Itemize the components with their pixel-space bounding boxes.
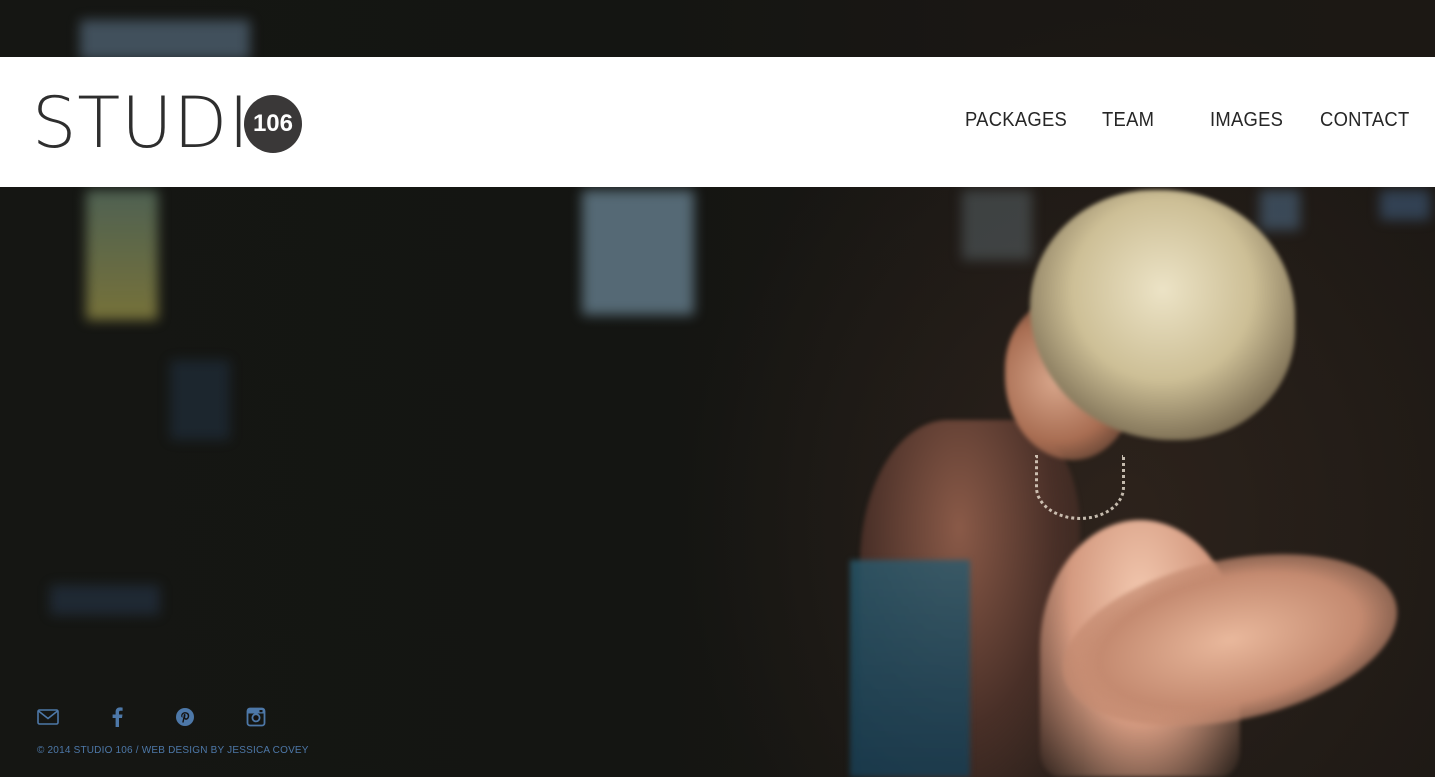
background-window-light: [86, 190, 158, 320]
instagram-icon[interactable]: [244, 705, 268, 729]
background-window-light: [582, 190, 694, 315]
nav-item-packages[interactable]: PACKAGES: [965, 109, 1067, 132]
copyright-text: © 2014 STUDIO 106 / WEB DESIGN BY JESSIC…: [37, 745, 309, 756]
background-window-light: [1260, 190, 1300, 230]
site-header: STUDI 106 PACKAGES TEAM IMAGES CONTACT: [0, 57, 1435, 187]
pinterest-icon[interactable]: [173, 705, 197, 729]
background-window-light: [80, 20, 250, 60]
background-window-light: [170, 360, 230, 440]
facebook-icon[interactable]: [105, 705, 129, 729]
background-window-light: [962, 190, 1032, 260]
logo-wordmark: STUDI: [32, 82, 250, 164]
background-window-light: [1380, 190, 1430, 220]
site-logo[interactable]: STUDI 106: [32, 82, 302, 164]
background-window-light: [50, 585, 160, 615]
nav-item-contact[interactable]: CONTACT: [1320, 109, 1409, 132]
figure-necklace: [1035, 455, 1125, 520]
logo-badge: 106: [243, 95, 302, 153]
nav-item-images[interactable]: IMAGES: [1210, 109, 1283, 132]
nav-item-team[interactable]: TEAM: [1102, 109, 1154, 132]
figure-dress: [850, 560, 970, 777]
email-icon[interactable]: [36, 705, 60, 729]
